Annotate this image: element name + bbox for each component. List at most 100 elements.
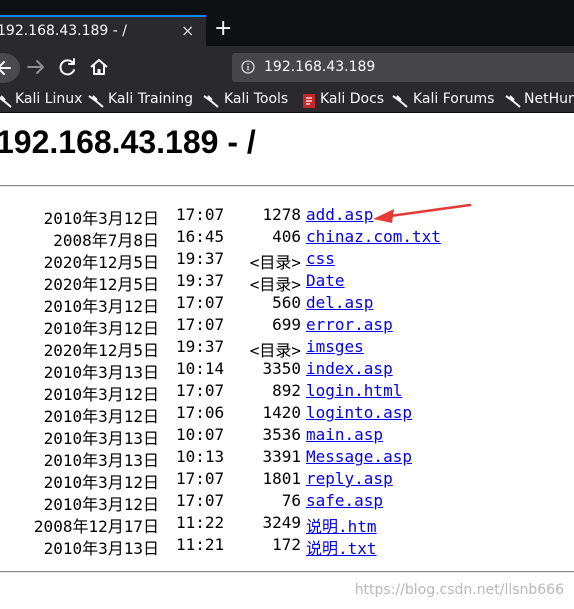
listing-row: 2010年3月12日 17:07 560 del.asp: [0, 293, 574, 316]
entry-date: 2010年3月13日: [43, 363, 159, 382]
entry-time: 16:45: [176, 227, 225, 246]
listing-row: 2008年7月8日 16:45 406 chinaz.com.txt: [0, 227, 574, 250]
listing-row: 2010年3月12日 17:07 1801 reply.asp: [0, 469, 574, 492]
forward-button[interactable]: [22, 53, 50, 81]
entry-time: 11:21: [176, 535, 225, 554]
back-button[interactable]: [0, 53, 20, 83]
entry-date: 2010年3月12日: [43, 495, 159, 514]
entry-date: 2010年3月12日: [43, 385, 159, 404]
listing-row: 2020年12月5日 19:37 <目录> imsges: [0, 337, 574, 360]
entry-link[interactable]: index.asp: [306, 359, 393, 378]
divider-bottom: [0, 571, 574, 573]
kali-dragon-icon: [0, 95, 12, 108]
entry-time: 10:13: [176, 447, 225, 466]
tab-active[interactable]: 192.168.43.189 - / ×: [0, 15, 206, 46]
entry-size: <目录>: [249, 253, 301, 272]
bookmark-label: Kali Training: [108, 91, 193, 107]
listing-row: 2010年3月12日 17:07 76 safe.asp: [0, 491, 574, 514]
page-title: 192.168.43.189 - /: [0, 124, 256, 160]
entry-time: 17:07: [176, 315, 225, 334]
bookmark-label: Kali Docs: [320, 91, 385, 107]
entry-date: 2010年3月13日: [43, 429, 159, 448]
listing-row: 2010年3月13日 10:07 3536 main.asp: [0, 425, 574, 448]
entry-size: 406: [272, 227, 301, 246]
tab-title: 192.168.43.189 - /: [0, 23, 127, 39]
entry-date: 2010年3月13日: [43, 451, 159, 470]
kali-docs-icon: [303, 94, 315, 108]
bookmark-label: NetHun: [524, 91, 574, 107]
entry-link[interactable]: safe.asp: [306, 491, 383, 510]
home-icon: [90, 59, 108, 75]
entry-size: 3536: [262, 425, 301, 444]
entry-link[interactable]: chinaz.com.txt: [306, 227, 441, 246]
entry-date: 2020年12月5日: [43, 275, 159, 294]
kali-dragon-icon: [505, 95, 521, 108]
reload-button[interactable]: [54, 53, 82, 81]
entry-date: 2010年3月12日: [43, 319, 159, 338]
url-text: 192.168.43.189: [264, 59, 376, 75]
entry-time: 17:07: [176, 491, 225, 510]
back-arrow-icon: [0, 61, 11, 75]
entry-size: <目录>: [249, 275, 301, 294]
red-arrow-annotation: [373, 203, 472, 223]
entry-size: 1801: [262, 469, 301, 488]
entry-link[interactable]: Date: [306, 271, 345, 290]
entry-size: 3350: [262, 359, 301, 378]
entry-size: 699: [272, 315, 301, 334]
close-icon[interactable]: ×: [181, 21, 194, 40]
entry-link[interactable]: 说明.htm: [306, 513, 377, 537]
entry-link[interactable]: del.asp: [306, 293, 373, 312]
entry-date: 2010年3月12日: [43, 407, 159, 426]
entry-size: 892: [272, 381, 301, 400]
listing-row: 2010年3月12日 17:07 892 login.html: [0, 381, 574, 404]
entry-time: 19:37: [176, 249, 225, 268]
entry-link[interactable]: Message.asp: [306, 447, 412, 466]
watermark: https://blog.csdn.net/llsnb666: [354, 582, 564, 598]
entry-link[interactable]: add.asp: [306, 205, 373, 224]
entry-size: 1278: [262, 205, 301, 224]
entry-date: 2010年3月13日: [43, 539, 159, 558]
listing-row: 2010年3月13日 11:21 172 说明.txt: [0, 535, 574, 559]
listing-row: 2010年3月13日 10:14 3350 index.asp: [0, 359, 574, 382]
listing-row: 2020年12月5日 19:37 <目录> css: [0, 249, 574, 272]
entry-link[interactable]: loginto.asp: [306, 403, 412, 422]
entry-time: 17:07: [176, 205, 225, 224]
entry-date: 2020年12月5日: [43, 253, 159, 272]
bookmark-label: Kali Linux: [15, 91, 83, 107]
entry-link[interactable]: 说明.txt: [306, 535, 377, 559]
entry-date: 2010年3月12日: [43, 297, 159, 316]
tab-strip: 192.168.43.189 - / × +: [0, 0, 574, 46]
navigation-toolbar: 192.168.43.189: [0, 46, 574, 88]
entry-link[interactable]: reply.asp: [306, 469, 393, 488]
kali-dragon-icon: [203, 95, 219, 108]
entry-time: 17:07: [176, 381, 225, 400]
listing-row: 2010年3月13日 10:13 3391 Message.asp: [0, 447, 574, 470]
bookmark-label: Kali Forums: [413, 91, 495, 107]
entry-time: 17:07: [176, 469, 225, 488]
entry-date: 2008年7月8日: [53, 231, 159, 250]
listing-row: 2010年3月12日 17:07 1278 add.asp: [0, 205, 574, 228]
home-button[interactable]: [85, 53, 113, 81]
listing-row: 2008年12月17日 11:22 3249 说明.htm: [0, 513, 574, 537]
entry-date: 2020年12月5日: [43, 341, 159, 360]
entry-link[interactable]: main.asp: [306, 425, 383, 444]
entry-link[interactable]: css: [306, 249, 335, 268]
entry-link[interactable]: error.asp: [306, 315, 393, 334]
bookmarks-toolbar: Kali Linux Kali Training Kali Tools Kali…: [0, 88, 574, 113]
listing-row: 2020年12月5日 19:37 <目录> Date: [0, 271, 574, 294]
entry-size: 1420: [262, 403, 301, 422]
url-bar[interactable]: 192.168.43.189: [232, 53, 574, 82]
info-icon[interactable]: [241, 60, 255, 74]
entry-link[interactable]: login.html: [306, 381, 402, 400]
entry-date: 2008年12月17日: [33, 517, 159, 536]
plus-icon[interactable]: +: [214, 16, 232, 42]
entry-size: <目录>: [249, 341, 301, 360]
divider-top: [0, 185, 574, 187]
kali-dragon-icon: [392, 95, 408, 108]
entry-time: 10:07: [176, 425, 225, 444]
entry-date: 2010年3月12日: [43, 473, 159, 492]
entry-time: 11:22: [176, 513, 225, 532]
entry-link[interactable]: imsges: [306, 337, 364, 356]
entry-date: 2010年3月12日: [43, 209, 159, 228]
entry-size: 560: [272, 293, 301, 312]
